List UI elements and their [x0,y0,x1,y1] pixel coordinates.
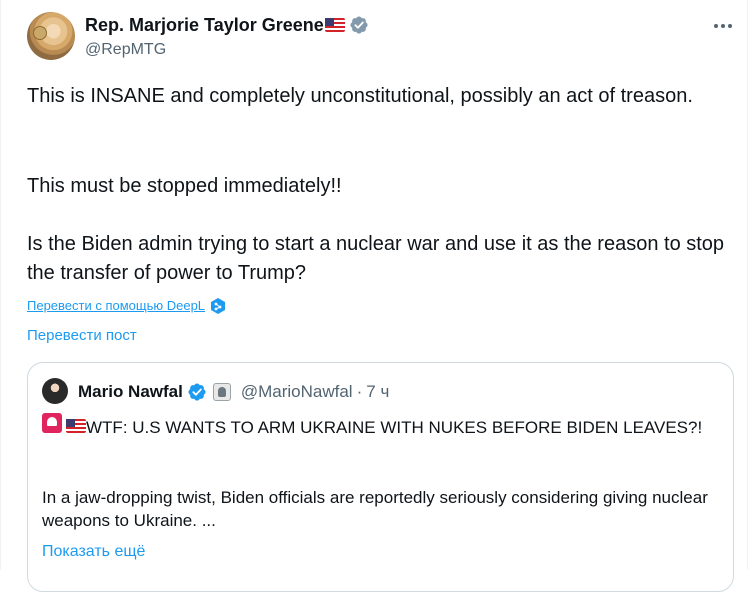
deepl-icon [211,298,226,314]
quoted-headline: WTF: U.S WANTS TO ARM UKRAINE WITH NUKES… [86,418,703,437]
tweet-paragraph: This is INSANE and completely unconstitu… [27,85,693,107]
quoted-timestamp[interactable]: 7 ч [366,381,389,403]
quoted-headline-row: WTF: U.S WANTS TO ARM UKRAINE WITH NUKES… [42,413,712,439]
author-name-row: Rep. Marjorie Taylor Greene [85,13,369,37]
affiliation-badge-icon[interactable] [212,383,231,401]
tweet-card: Rep. Marjorie Taylor Greene @RepMTG This… [0,0,748,592]
verified-badge-icon [188,383,206,401]
separator-dot: · [356,382,363,401]
us-flag-icon [66,419,86,433]
author-avatar[interactable] [27,12,75,60]
tweet-paragraph: This must be stopped immediately!! [27,175,342,197]
quoted-author-avatar[interactable] [42,378,68,404]
seal-icon [33,26,47,40]
quoted-text: WTF: U.S WANTS TO ARM UKRAINE WITH NUKES… [42,413,712,530]
more-options-icon[interactable] [711,14,735,38]
quoted-tweet[interactable]: Mario Nawfal @MarioNawfal · 7 ч WTF: U.S… [27,362,734,592]
verified-badge-icon [350,16,368,34]
author-name[interactable]: Rep. Marjorie Taylor Greene [85,13,324,37]
siren-icon [42,413,62,433]
us-flag-icon [324,18,345,32]
quoted-author-handle[interactable]: @MarioNawfal [241,381,353,403]
deepl-translate-link[interactable]: Перевести с помощью DeepL [27,296,227,316]
tweet-paragraph: Is the Biden admin trying to start a nuc… [27,233,725,284]
show-more-link[interactable]: Показать ещё [42,541,145,563]
quoted-header: Mario Nawfal @MarioNawfal · 7 ч [78,381,389,403]
author-handle[interactable]: @RepMTG [85,40,166,60]
deepl-translate-label: Перевести с помощью DeepL [27,298,206,313]
translate-post-link[interactable]: Перевести пост [27,326,137,346]
quoted-body: In a jaw-dropping twist, Biden officials… [42,488,708,530]
quoted-author-name[interactable]: Mario Nawfal [78,381,183,403]
